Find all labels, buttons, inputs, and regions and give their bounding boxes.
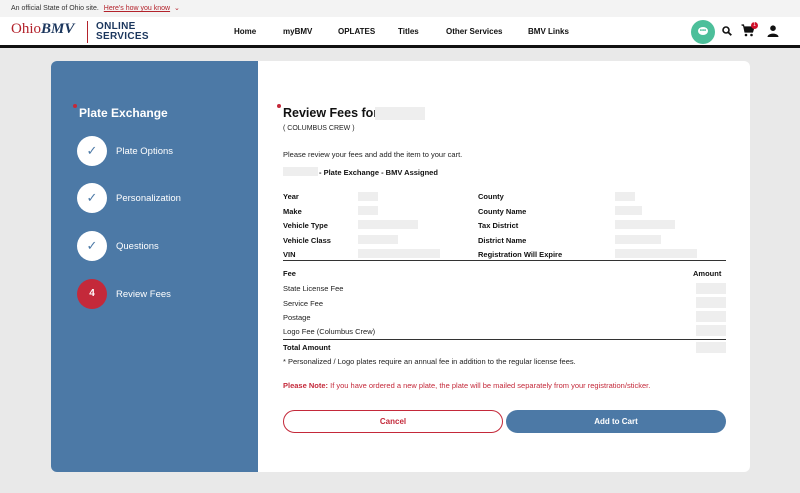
ohio-bmv-logo[interactable]: OhioBMV: [11, 21, 74, 38]
step-review-fees: Review Fees: [116, 289, 171, 300]
step-questions: Questions: [116, 241, 159, 252]
fee-row-postage: Postage: [283, 313, 311, 322]
sidebar-title: Plate Exchange: [79, 106, 168, 120]
note-label: Please Note:: [283, 381, 329, 390]
chat-button[interactable]: •••: [691, 20, 715, 44]
intro-text: Please review your fees and add the item…: [283, 150, 463, 159]
value-year-redacted: [358, 192, 378, 201]
fee-row-logo: Logo Fee (Columbus Crew): [283, 327, 376, 336]
progress-sidebar: Plate Exchange ✓ Plate Options ✓ Persona…: [51, 61, 258, 472]
fee-row-state-license: State License Fee: [283, 284, 344, 293]
amount-service-redacted: [696, 297, 726, 308]
how-you-know-link[interactable]: Here's how you know: [104, 5, 170, 12]
label-county-name: County Name: [478, 207, 527, 216]
total-amount-redacted: [696, 342, 726, 353]
value-make-redacted: [358, 206, 378, 215]
plate-design-subtitle: ( COLUMBUS CREW ): [283, 125, 355, 132]
amount-column-header: Amount: [693, 269, 722, 278]
value-vehicle-class-redacted: [358, 235, 398, 244]
plate-type-label: - Plate Exchange - BMV Assigned: [319, 168, 438, 177]
step-personalization: Personalization: [116, 193, 181, 204]
official-site-banner: An official State of Ohio site. Here's h…: [0, 0, 800, 17]
plate-number-redacted: [283, 167, 318, 176]
label-make: Make: [283, 207, 302, 216]
amount-state-license-redacted: [696, 283, 726, 294]
plate-exchange-card: Plate Exchange ✓ Plate Options ✓ Persona…: [51, 61, 750, 472]
logo-bmv: BMV: [41, 21, 75, 37]
online-services-line2: SERVICES: [96, 31, 149, 42]
step-2-check-icon: ✓: [77, 183, 107, 213]
divider: [283, 260, 726, 261]
nav-bmv-links[interactable]: BMV Links: [528, 27, 569, 36]
logo-divider: [87, 21, 88, 43]
label-vehicle-type: Vehicle Type: [283, 221, 328, 230]
value-county-redacted: [615, 192, 635, 201]
divider: [283, 339, 726, 340]
nav-titles[interactable]: Titles: [398, 27, 419, 36]
cart-count-badge: 1: [751, 22, 758, 29]
label-district-name: District Name: [478, 236, 527, 245]
amount-postage-redacted: [696, 311, 726, 322]
value-tax-district-redacted: [615, 220, 675, 229]
review-fees-panel: Review Fees for ( COLUMBUS CREW ) Please…: [258, 61, 750, 472]
site-header: OhioBMV ONLINE SERVICES Home myBMV OPLAT…: [0, 17, 800, 48]
plate-number-redacted: [375, 107, 425, 120]
nav-mybmv[interactable]: myBMV: [283, 27, 312, 36]
label-vehicle-class: Vehicle Class: [283, 236, 331, 245]
label-county: County: [478, 192, 504, 201]
fee-column-header: Fee: [283, 269, 296, 278]
required-dot: [73, 104, 77, 108]
chevron-down-icon[interactable]: ⌄: [174, 5, 180, 12]
value-county-name-redacted: [615, 206, 642, 215]
add-to-cart-button[interactable]: Add to Cart: [506, 410, 726, 433]
step-1-check-icon: ✓: [77, 136, 107, 166]
required-dot: [277, 104, 281, 108]
value-vehicle-type-redacted: [358, 220, 418, 229]
fee-row-service: Service Fee: [283, 299, 324, 308]
step-3-check-icon: ✓: [77, 231, 107, 261]
cancel-button[interactable]: Cancel: [283, 410, 503, 433]
nav-oplates[interactable]: OPLATES: [338, 27, 375, 36]
value-district-name-redacted: [615, 235, 661, 244]
step-plate-options: Plate Options: [116, 146, 174, 157]
total-amount-label: Total Amount: [283, 343, 331, 352]
search-icon[interactable]: [722, 26, 732, 36]
page-title: Review Fees for: [283, 106, 379, 120]
nav-home[interactable]: Home: [234, 27, 256, 36]
label-registration-expire: Registration Will Expire: [478, 250, 563, 259]
step-4-number: 4: [77, 279, 107, 309]
note-text: If you have ordered a new plate, the pla…: [328, 381, 651, 390]
official-site-text: An official State of Ohio site.: [11, 5, 99, 12]
online-services-label: ONLINE SERVICES: [96, 22, 149, 42]
label-tax-district: Tax District: [478, 221, 519, 230]
value-vin-redacted: [358, 249, 440, 258]
nav-other-services[interactable]: Other Services: [446, 27, 502, 36]
footnote: * Personalized / Logo plates require an …: [283, 357, 576, 366]
label-year: Year: [283, 192, 299, 201]
chat-dots: •••: [699, 28, 707, 34]
plate-mail-note: Please Note: If you have ordered a new p…: [283, 381, 650, 390]
label-vin: VIN: [283, 250, 296, 259]
logo-ohio: Ohio: [11, 21, 41, 37]
value-expire-redacted: [615, 249, 697, 258]
user-icon[interactable]: [767, 25, 779, 37]
amount-logo-redacted: [696, 325, 726, 336]
